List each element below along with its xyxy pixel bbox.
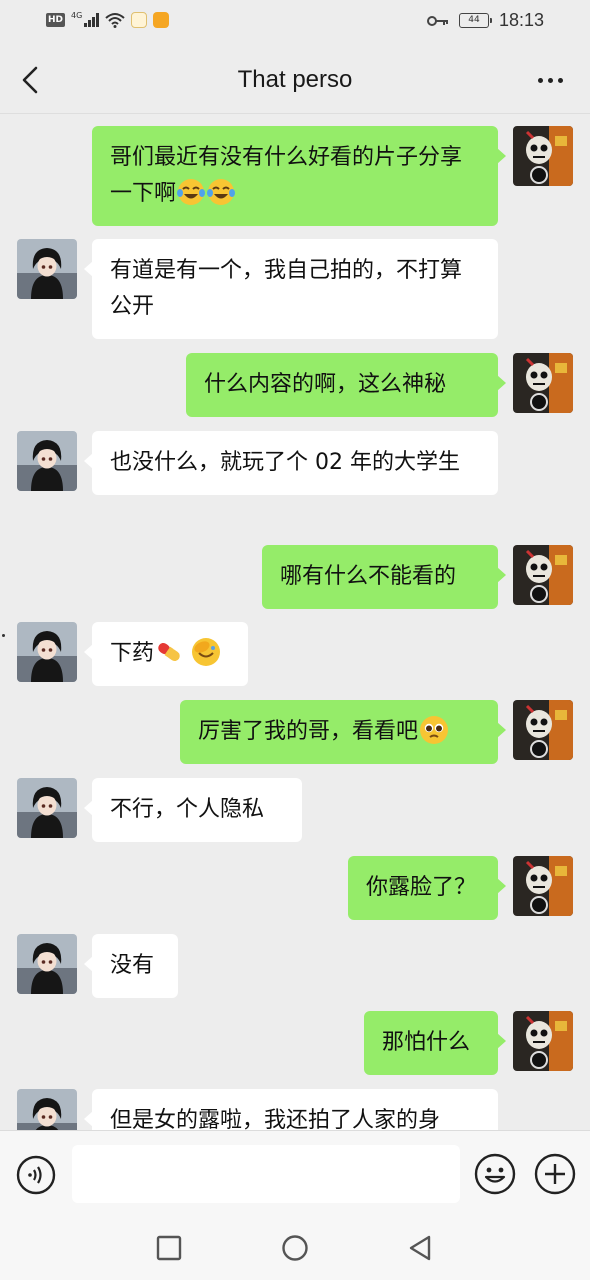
- plus-icon[interactable]: [534, 1153, 576, 1195]
- app-notification-icon: [131, 12, 148, 28]
- more-dots-icon[interactable]: [532, 68, 568, 92]
- my-avatar[interactable]: [513, 1011, 573, 1071]
- message-text: 厉害了我的哥，看看吧: [198, 719, 419, 744]
- contact-avatar[interactable]: [17, 934, 77, 994]
- message-text: 你露脸了？: [366, 875, 477, 900]
- home-icon[interactable]: [279, 1232, 311, 1264]
- laughing-tears-emoji-icon: [206, 179, 236, 206]
- sent-message-bubble[interactable]: 你露脸了？: [348, 856, 506, 920]
- contact-avatar[interactable]: [17, 622, 77, 682]
- emoji-icon[interactable]: [474, 1153, 516, 1195]
- message-text: 下药: [110, 641, 155, 666]
- pill-emoji-icon: [154, 641, 184, 666]
- message-input[interactable]: [72, 1145, 460, 1203]
- my-avatar[interactable]: [513, 353, 573, 413]
- my-avatar[interactable]: [513, 545, 573, 605]
- message-text: 不行，个人隐私: [110, 797, 265, 822]
- contact-avatar[interactable]: [17, 239, 77, 299]
- received-message-bubble[interactable]: 有道是有一个，我自己拍的，不打算公开: [84, 239, 498, 339]
- message-text: 没有: [110, 953, 155, 978]
- received-message-bubble[interactable]: 不行，个人隐私: [84, 778, 302, 842]
- contact-avatar[interactable]: [17, 778, 77, 838]
- facepalm-emoji-icon: [190, 638, 222, 666]
- battery-indicator: 44: [458, 13, 492, 28]
- clock: 18:13: [498, 10, 544, 30]
- message-text: 有道是有一个，我自己拍的，不打算公开: [110, 258, 463, 319]
- sent-message-bubble[interactable]: 哥们最近有没有什么好看的片子分享一下啊: [92, 126, 506, 226]
- message-text: 哪有什么不能看的: [280, 564, 457, 589]
- signal-icon: [84, 13, 100, 27]
- message-text: 也没什么，就玩了个 02 年的大学生: [110, 450, 460, 475]
- pleading-emoji-icon: [418, 716, 450, 744]
- wifi-icon: [105, 13, 125, 28]
- hd-badge: HD: [46, 13, 66, 27]
- network-type: 4G: [71, 10, 83, 20]
- my-avatar[interactable]: [513, 856, 573, 916]
- received-message-bubble[interactable]: 没有: [84, 934, 178, 998]
- voice-icon[interactable]: [16, 1155, 56, 1195]
- message-text: 什么内容的啊，这么神秘: [204, 372, 447, 397]
- received-message-bubble[interactable]: 下药: [84, 622, 248, 686]
- key-icon: [426, 15, 448, 26]
- received-message-bubble[interactable]: 也没什么，就玩了个 02 年的大学生: [84, 431, 498, 495]
- input-bar: [0, 1130, 590, 1216]
- chat-title: That perso: [237, 66, 353, 93]
- sent-message-bubble[interactable]: 哪有什么不能看的: [262, 545, 506, 609]
- message-text: 哥们最近有没有什么好看的片子分享一下啊: [110, 145, 463, 206]
- back-icon[interactable]: [404, 1232, 436, 1264]
- message-list[interactable]: 哥们最近有没有什么好看的片子分享一下啊 有道是有一个，我自己拍的，不打算公开什么内…: [0, 115, 590, 1130]
- message-text: 那怕什么: [382, 1030, 471, 1055]
- chat-header: That perso: [0, 46, 590, 114]
- my-avatar[interactable]: [513, 700, 573, 760]
- sent-message-bubble[interactable]: 什么内容的啊，这么神秘: [186, 353, 506, 417]
- contact-avatar[interactable]: [17, 1089, 77, 1130]
- message-text: 但是女的露啦，我还拍了人家的身: [110, 1108, 441, 1130]
- my-avatar[interactable]: [513, 126, 573, 186]
- sent-message-bubble[interactable]: 厉害了我的哥，看看吧: [180, 700, 506, 764]
- sent-message-bubble[interactable]: 那怕什么: [364, 1011, 506, 1075]
- app-notification-icon: [153, 12, 170, 28]
- recent-apps-icon[interactable]: [153, 1232, 185, 1264]
- status-bar: HD 4G 44 18:13: [0, 0, 590, 46]
- received-message-bubble[interactable]: 但是女的露啦，我还拍了人家的身: [84, 1089, 498, 1130]
- stray-dot: [2, 634, 5, 637]
- laughing-tears-emoji-icon: [176, 179, 206, 206]
- contact-avatar[interactable]: [17, 431, 77, 491]
- system-nav-bar: [0, 1216, 590, 1280]
